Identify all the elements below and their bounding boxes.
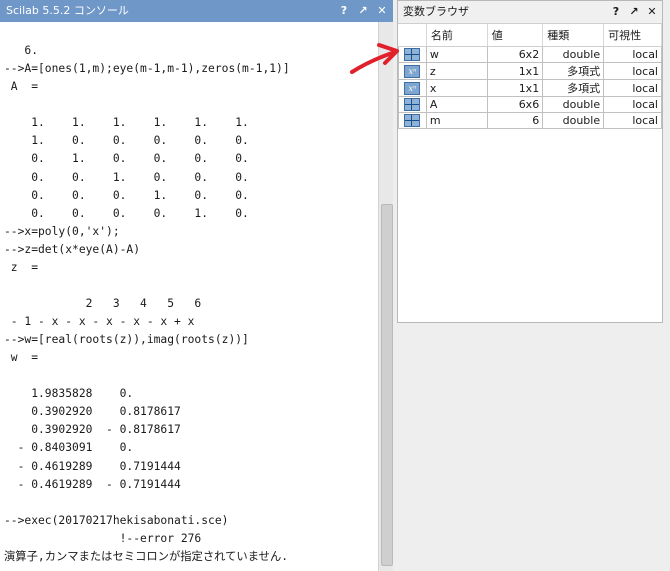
scrollbar-thumb[interactable] <box>381 204 393 566</box>
console-line: 1. 0. 0. 0. 0. 0. <box>4 134 249 148</box>
polynomial-icon: xⁿ <box>404 81 421 95</box>
column-header-value[interactable]: 値 <box>487 24 544 47</box>
console-line: - 0.8403091 0. <box>4 441 134 455</box>
console-line: -->z=det(x*eye(A)-A) <box>4 242 141 256</box>
variable-browser-panel: 変数ブラウザ ? ↗ ✕ 名前 値 種類 可視性 w 6x2 double local… <box>397 0 663 323</box>
variable-row[interactable]: m 6 double local <box>398 112 662 129</box>
console-line: 0.3902920 0.8178617 <box>4 405 181 419</box>
variable-value: 6x2 <box>486 46 544 63</box>
variable-visibility: local <box>603 62 662 80</box>
help-button[interactable]: ? <box>337 0 351 22</box>
console-line: - 0.4619289 - 0.7191444 <box>4 477 181 491</box>
console-line: - 0.4619289 0.7191444 <box>4 459 181 473</box>
variable-icon-cell: xⁿ <box>398 79 427 97</box>
undock-button[interactable]: ↗ <box>627 1 641 23</box>
variable-value: 1x1 <box>486 79 544 97</box>
variable-visibility: local <box>603 112 662 129</box>
annotation-arrow <box>350 43 399 74</box>
variable-row[interactable]: xⁿ x 1x1 多項式 local <box>398 79 662 97</box>
console-line: -->w=[real(roots(z)),imag(roots(z))] <box>4 333 249 347</box>
console-line: 0. 0. 1. 0. 0. 0. <box>4 170 249 184</box>
matrix-icon <box>404 98 421 111</box>
console-line: 1.9835828 0. <box>4 387 134 401</box>
variable-type: double <box>542 96 605 113</box>
close-button[interactable]: ✕ <box>645 1 659 23</box>
console-line: 0.3902920 - 0.8178617 <box>4 423 181 437</box>
variable-name: x <box>425 79 488 97</box>
column-header-name[interactable]: 名前 <box>426 24 488 47</box>
console-line: z = <box>4 260 39 274</box>
console-line: 1. 1. 1. 1. 1. 1. <box>4 116 249 130</box>
variable-row[interactable]: A 6x6 double local <box>398 96 662 113</box>
console-line: 0. 1. 0. 0. 0. 0. <box>4 152 249 166</box>
variable-icon-cell <box>398 46 427 63</box>
console-output[interactable]: 6. -->A=[ones(1,m);eye(m-1,m-1),zeros(m-1… <box>4 24 374 571</box>
variable-name: z <box>425 62 488 80</box>
variable-name: w <box>425 46 488 63</box>
variable-browser-titlebar: 変数ブラウザ ? ↗ ✕ <box>398 1 662 24</box>
variable-type: 多項式 <box>542 79 605 97</box>
console-line: - 1 - x - x - x - x - x + x <box>4 315 195 328</box>
variable-value: 1x1 <box>486 62 544 80</box>
variable-table-header: 名前 値 種類 可視性 <box>398 24 662 47</box>
console-line: -->x=poly(0,'x'); <box>4 224 120 238</box>
variable-name: A <box>425 96 488 113</box>
console-title: Scilab 5.5.2 コンソール <box>6 4 129 17</box>
variable-name: m <box>425 112 488 129</box>
variable-table: 名前 値 種類 可視性 w 6x2 double local xⁿ z 1x1 多項式 loca… <box>398 24 662 129</box>
console-line: 6. <box>4 44 39 58</box>
column-header-visibility[interactable]: 可視性 <box>603 24 662 47</box>
variable-type: double <box>542 112 605 129</box>
console-line: 0. 0. 0. 0. 1. 0. <box>4 206 249 220</box>
close-button[interactable]: ✕ <box>375 0 389 22</box>
variable-value: 6x6 <box>486 96 544 113</box>
console-window-buttons: ? ↗ ✕ <box>337 0 389 22</box>
console-scrollbar[interactable] <box>378 22 393 571</box>
console-line: A = <box>4 80 39 94</box>
variable-icon-cell: xⁿ <box>398 62 427 80</box>
variable-type: 多項式 <box>542 62 605 80</box>
variable-type: double <box>542 46 605 63</box>
variable-row[interactable]: xⁿ z 1x1 多項式 local <box>398 62 662 80</box>
column-header-icon[interactable] <box>398 24 427 47</box>
console-line: w = <box>4 351 39 365</box>
console-line: -->exec(20170217hekisabonati.sce) <box>4 513 229 527</box>
polynomial-icon: xⁿ <box>404 64 421 78</box>
variable-browser-window-buttons: ? ↗ ✕ <box>609 1 659 23</box>
variable-row[interactable]: w 6x2 double local <box>398 46 662 63</box>
matrix-icon <box>404 48 421 61</box>
matrix-icon <box>404 114 421 127</box>
variable-browser-title: 変数ブラウザ <box>403 5 469 18</box>
console-line: 0. 0. 0. 1. 0. 0. <box>4 188 249 202</box>
console-panel: Scilab 5.5.2 コンソール ? ↗ ✕ 6. -->A=[ones(1,… <box>0 0 394 571</box>
help-button[interactable]: ? <box>609 1 623 23</box>
variable-visibility: local <box>603 96 662 113</box>
console-line: -->A=[ones(1,m);eye(m-1,m-1),zeros(m-1,1… <box>4 62 290 76</box>
console-line: 演算子,カンマまたはセミコロンが指定されていません. <box>4 549 289 563</box>
console-titlebar: Scilab 5.5.2 コンソール ? ↗ ✕ <box>0 0 393 22</box>
variable-visibility: local <box>603 79 662 97</box>
variable-icon-cell <box>398 96 427 113</box>
variable-visibility: local <box>603 46 662 63</box>
column-header-type[interactable]: 種類 <box>542 24 605 47</box>
console-line: 2 3 4 5 6 <box>4 296 202 310</box>
console-line: !--error 276 <box>4 531 202 545</box>
variable-value: 6 <box>486 112 544 129</box>
undock-button[interactable]: ↗ <box>356 0 370 22</box>
variable-icon-cell <box>398 112 427 129</box>
